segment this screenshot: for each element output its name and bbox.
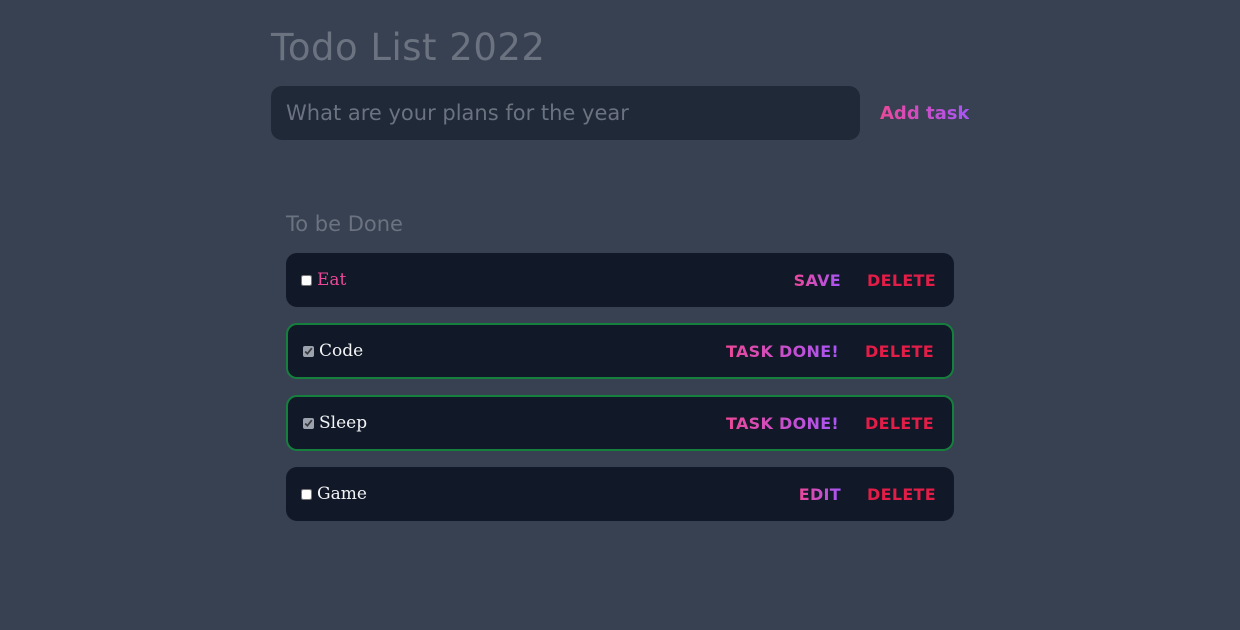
task-name: Game	[317, 484, 367, 504]
task-name[interactable]: Eat	[317, 270, 794, 290]
task-done-button[interactable]: TASK DONE!	[726, 414, 839, 433]
delete-button[interactable]: DELETE	[867, 485, 936, 504]
todo-app: Todo List 2022 Add task To be Done Eat S…	[0, 0, 1240, 630]
page-title: Todo List 2022	[271, 26, 546, 69]
task-checkbox[interactable]	[301, 274, 312, 286]
section-heading: To be Done	[286, 212, 403, 236]
delete-button[interactable]: DELETE	[865, 342, 934, 361]
task-actions: TASK DONE! DELETE	[726, 414, 934, 433]
task-item-game: Game EDIT DELETE	[286, 467, 954, 521]
task-list: Eat SAVE DELETE Code TASK DONE! DELETE S…	[286, 253, 954, 537]
new-task-form: Add task	[271, 86, 969, 140]
new-task-input[interactable]	[271, 86, 860, 140]
task-actions: EDIT DELETE	[799, 485, 936, 504]
edit-button[interactable]: EDIT	[799, 485, 841, 504]
task-item-eat: Eat SAVE DELETE	[286, 253, 954, 307]
task-done-button[interactable]: TASK DONE!	[726, 342, 839, 361]
task-checkbox[interactable]	[301, 488, 312, 500]
save-button[interactable]: SAVE	[794, 271, 841, 290]
task-checkbox[interactable]	[303, 417, 314, 429]
task-item-sleep: Sleep TASK DONE! DELETE	[286, 395, 954, 451]
task-actions: TASK DONE! DELETE	[726, 342, 934, 361]
task-actions: SAVE DELETE	[794, 271, 936, 290]
task-name: Code	[319, 341, 364, 361]
delete-button[interactable]: DELETE	[865, 414, 934, 433]
task-item-code: Code TASK DONE! DELETE	[286, 323, 954, 379]
task-checkbox[interactable]	[303, 345, 314, 357]
task-name: Sleep	[319, 413, 368, 433]
add-task-button[interactable]: Add task	[880, 103, 969, 124]
delete-button[interactable]: DELETE	[867, 271, 936, 290]
